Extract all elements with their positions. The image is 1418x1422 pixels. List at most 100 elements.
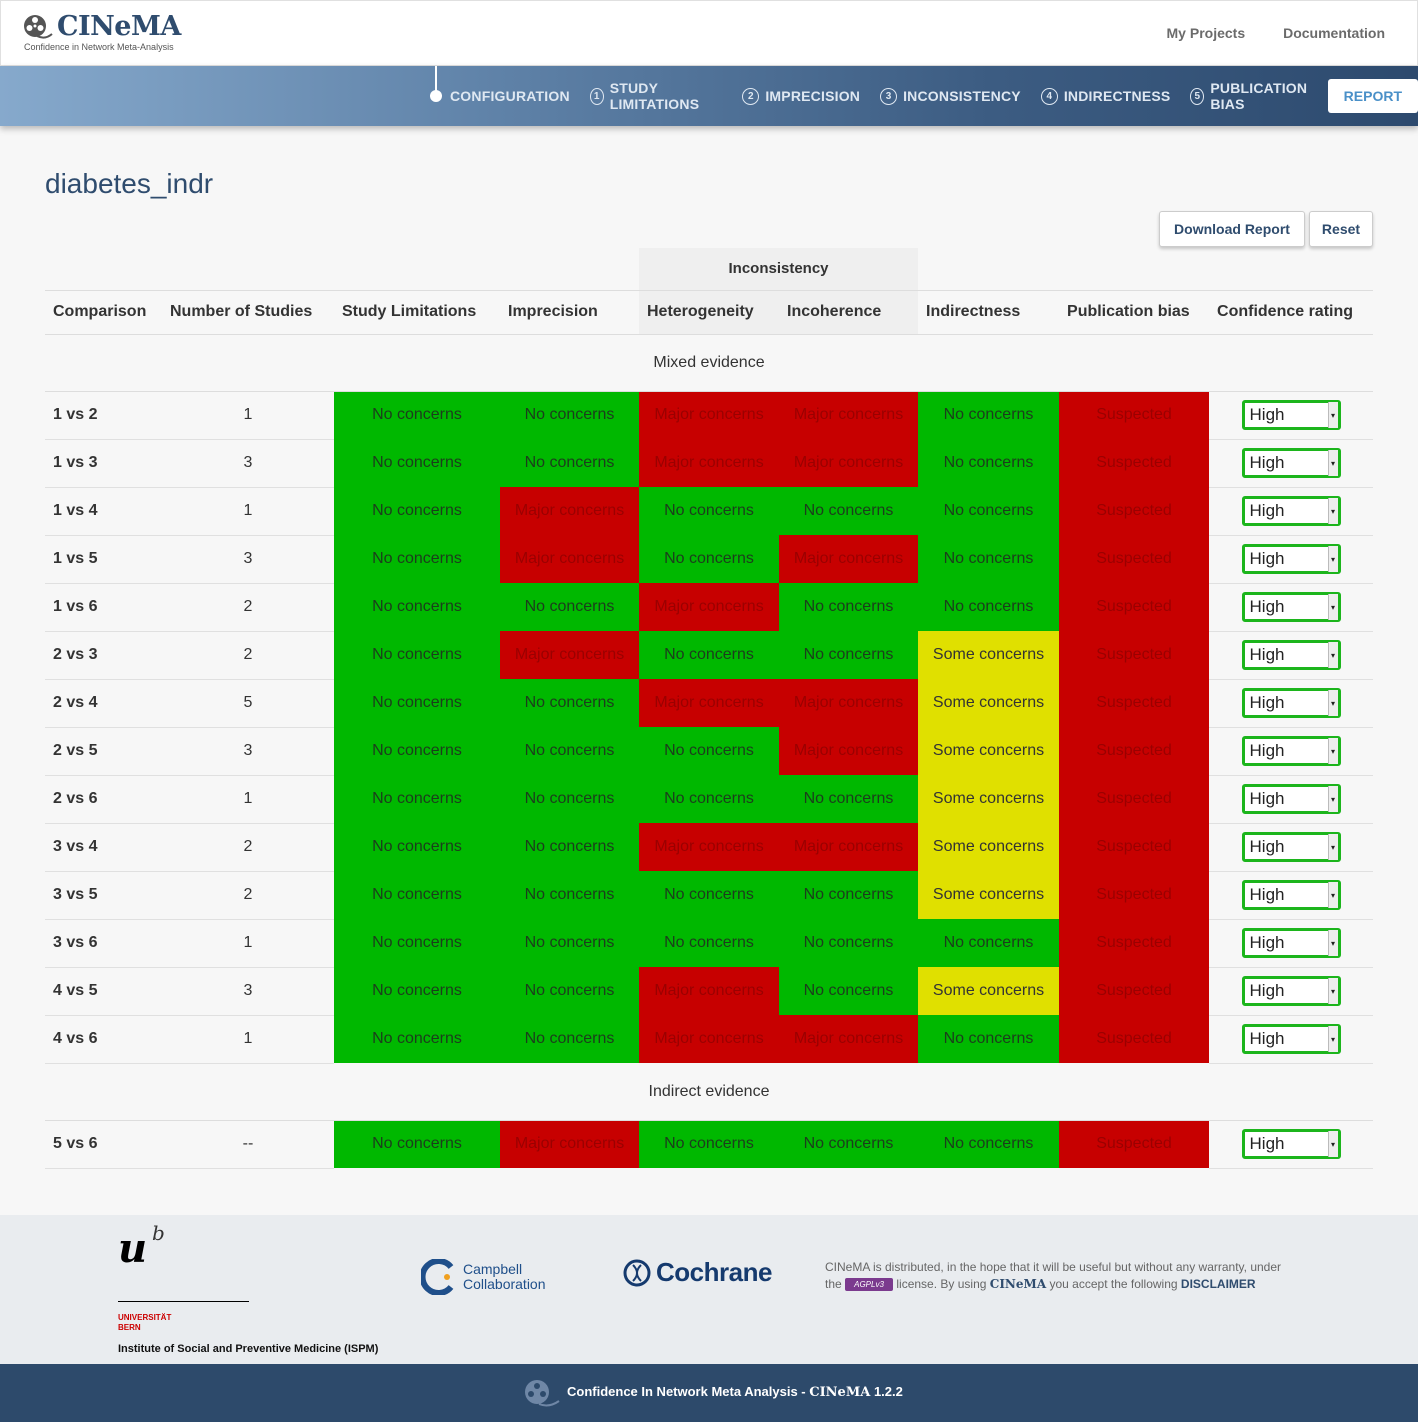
comparison-cell: 2 vs 5 (45, 727, 162, 776)
confidence-rating-select[interactable]: High ▾ (1241, 832, 1341, 862)
concern-cell-imp: Major concerns (500, 631, 639, 679)
chevron-down-icon: ▾ (1327, 402, 1338, 428)
confidence-rating-select[interactable]: High ▾ (1241, 448, 1341, 478)
concern-cell-inc: No concerns (779, 967, 919, 1015)
step-navbar: CONFIGURATION 1 STUDY LIMITATIONS 2 IMPR… (0, 66, 1418, 126)
concern-cell-ind: No concerns (918, 1120, 1060, 1168)
confidence-rating-value: High (1249, 1134, 1285, 1153)
concern-cell-het: Major concerns (639, 391, 779, 439)
campbell-line2: Collaboration (463, 1276, 546, 1292)
nav-inconsistency[interactable]: 3 INCONSISTENCY (880, 87, 1021, 105)
confidence-rating-value: High (1249, 549, 1285, 568)
confidence-rating-select[interactable]: High ▾ (1241, 1024, 1341, 1054)
table-row: 3 vs 6 1 No concerns No concerns No concerns… (45, 919, 1374, 968)
table-row: 1 vs 3 3 No concerns No concerns Major conce… (45, 439, 1374, 488)
concern-cell-imp: No concerns (500, 727, 639, 775)
nav-publication-bias[interactable]: 5 PUBLICATION BIAS (1190, 80, 1317, 112)
confidence-rating-select[interactable]: High ▾ (1241, 1129, 1341, 1159)
confidence-rating-select[interactable]: High ▾ (1241, 928, 1341, 958)
confidence-rating-select[interactable]: High ▾ (1241, 880, 1341, 910)
confidence-rating-select[interactable]: High ▾ (1241, 496, 1341, 526)
concern-cell-sl: No concerns (334, 823, 500, 871)
confidence-rating-select[interactable]: High ▾ (1241, 736, 1341, 766)
concern-cell-inc: No concerns (779, 487, 919, 535)
concern-cell-sl: No concerns (334, 871, 500, 919)
table-row: 2 vs 6 1 No concerns No concerns No concerns… (45, 775, 1374, 824)
confidence-rating-select[interactable]: High ▾ (1241, 592, 1341, 622)
concern-cell-ind: Some concerns (918, 775, 1060, 823)
confidence-rating-select[interactable]: High ▾ (1241, 688, 1341, 718)
confidence-rating-value: High (1249, 501, 1285, 520)
concern-cell-pb: Suspected (1059, 823, 1210, 871)
concern-cell-pb: Suspected (1059, 919, 1210, 967)
number-of-studies-cell: 2 (162, 631, 334, 680)
cochrane-icon (623, 1259, 651, 1286)
column-header: Indirectness (918, 289, 1060, 335)
column-header: Incoherence (779, 289, 919, 335)
confidence-rating-select[interactable]: High ▾ (1241, 640, 1341, 670)
confidence-rating-value: High (1249, 693, 1285, 712)
concern-cell-ind: No concerns (918, 583, 1060, 631)
download-report-button[interactable]: Download Report (1159, 211, 1305, 247)
table-row: 1 vs 2 1 No concerns No concerns Major conce… (45, 391, 1374, 440)
comparison-cell: 3 vs 5 (45, 871, 162, 920)
concern-cell-ind: No concerns (918, 535, 1060, 583)
comparison-cell: 1 vs 2 (45, 391, 162, 440)
table-row: 4 vs 6 1 No concerns No concerns Major conce… (45, 1015, 1374, 1064)
footer: u b UNIVERSITÄT BERN Institute of Social… (0, 1215, 1418, 1364)
agpl-badge-icon[interactable]: AGPLv3 (845, 1278, 894, 1292)
bern-city-label: BERN (118, 1323, 141, 1332)
cinema-logo[interactable]: CINeMA Confidence in Network Meta-Analys… (23, 13, 181, 52)
concern-cell-het: No concerns (639, 631, 779, 679)
my-projects-link[interactable]: My Projects (1167, 25, 1246, 41)
documentation-link[interactable]: Documentation (1283, 25, 1385, 41)
nav-imprecision[interactable]: 2 IMPRECISION (742, 87, 860, 105)
step-dot-icon (430, 90, 442, 102)
number-of-studies-cell: -- (162, 1120, 334, 1169)
step-number-badge: 4 (1040, 87, 1058, 105)
confidence-rating-value: High (1249, 933, 1285, 952)
concern-cell-het: No concerns (639, 535, 779, 583)
concern-cell-imp: No concerns (500, 1015, 639, 1063)
institute-name: Institute of Social and Preventive Medic… (118, 1343, 379, 1355)
bottom-credit: Confidence In Network Meta Analysis - CI… (567, 1384, 903, 1400)
concern-cell-pb: Suspected (1059, 487, 1210, 535)
concern-cell-inc: Major concerns (779, 391, 919, 439)
table-row: 2 vs 3 2 No concerns Major concerns No conce… (45, 631, 1374, 680)
reset-button[interactable]: Reset (1309, 211, 1373, 247)
column-header: Heterogeneity (639, 289, 779, 335)
section-title: Indirect evidence (45, 1063, 1374, 1121)
step-number-badge: 5 (1190, 87, 1205, 105)
concern-cell-inc: No concerns (779, 583, 919, 631)
nav-report-tab[interactable]: REPORT (1327, 79, 1418, 113)
step-number-badge: 1 (589, 87, 604, 105)
confidence-rating-select[interactable]: High ▾ (1241, 544, 1341, 574)
concern-cell-inc: Major concerns (779, 439, 919, 487)
confidence-rating-select[interactable]: High ▾ (1241, 784, 1341, 814)
cochrane-logo[interactable]: Cochrane (622, 1257, 772, 1288)
nav-step-label: INCONSISTENCY (903, 88, 1021, 104)
concern-cell-inc: Major concerns (779, 727, 919, 775)
university-bern-logo[interactable]: u b UNIVERSITÄT BERN Institute of Social… (118, 1221, 378, 1355)
nav-study-limitations[interactable]: 1 STUDY LIMITATIONS (589, 80, 723, 112)
concern-cell-ind: No concerns (918, 487, 1060, 535)
disclaimer-link[interactable]: DISCLAIMER (1181, 1277, 1256, 1291)
column-header: Study Limitations (334, 289, 500, 335)
confidence-rating-select[interactable]: High ▾ (1241, 400, 1341, 430)
comparison-cell: 2 vs 4 (45, 679, 162, 728)
chevron-down-icon: ▾ (1327, 450, 1338, 476)
concern-cell-imp: No concerns (500, 871, 639, 919)
concern-cell-pb: Suspected (1059, 1015, 1210, 1063)
number-of-studies-cell: 2 (162, 823, 334, 872)
number-of-studies-cell: 2 (162, 583, 334, 632)
logo-text: CINeMA (57, 11, 181, 42)
confidence-rating-select[interactable]: High ▾ (1241, 976, 1341, 1006)
nav-configuration[interactable]: CONFIGURATION (430, 88, 570, 104)
nav-indirectness[interactable]: 4 INDIRECTNESS (1040, 87, 1171, 105)
concern-cell-ind: Some concerns (918, 871, 1060, 919)
concern-cell-sl: No concerns (334, 439, 500, 487)
confidence-rating-value: High (1249, 645, 1285, 664)
campbell-logo[interactable]: Campbell Collaboration (421, 1259, 546, 1295)
comparison-cell: 1 vs 6 (45, 583, 162, 632)
number-of-studies-cell: 5 (162, 679, 334, 728)
